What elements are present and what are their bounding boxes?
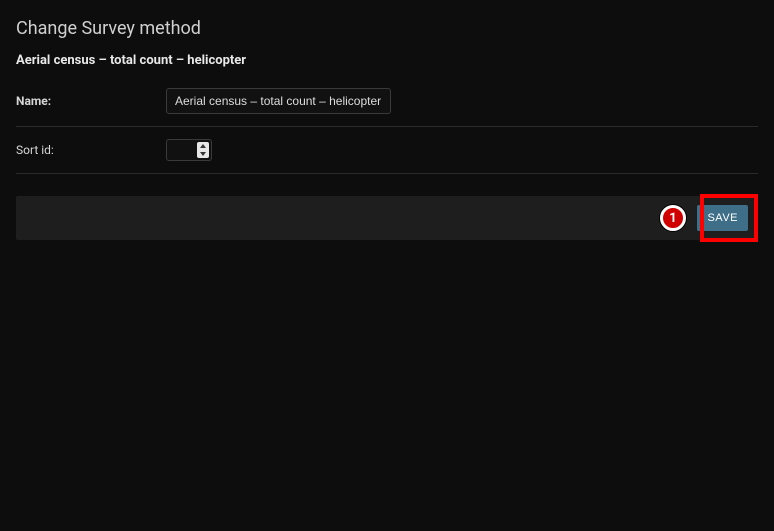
sort-id-step-up[interactable] — [197, 142, 209, 150]
page-container: Change Survey method Aerial census – tot… — [0, 0, 774, 240]
sort-id-spinner-wrap — [166, 139, 212, 161]
form-row-sort-id: Sort id: — [16, 127, 758, 174]
form-row-name: Name: — [16, 76, 758, 127]
sort-id-label: Sort id: — [16, 143, 166, 157]
object-name: Aerial census – total count – helicopter — [16, 53, 758, 68]
name-label: Name: — [16, 94, 166, 108]
sort-id-step-down[interactable] — [197, 150, 209, 158]
callout-badge: 1 — [660, 205, 686, 231]
action-bar: 1 SAVE — [16, 196, 758, 240]
name-input[interactable] — [166, 88, 391, 114]
sort-id-stepper — [197, 142, 209, 158]
save-button[interactable]: SAVE — [697, 205, 748, 231]
page-title: Change Survey method — [16, 18, 758, 39]
